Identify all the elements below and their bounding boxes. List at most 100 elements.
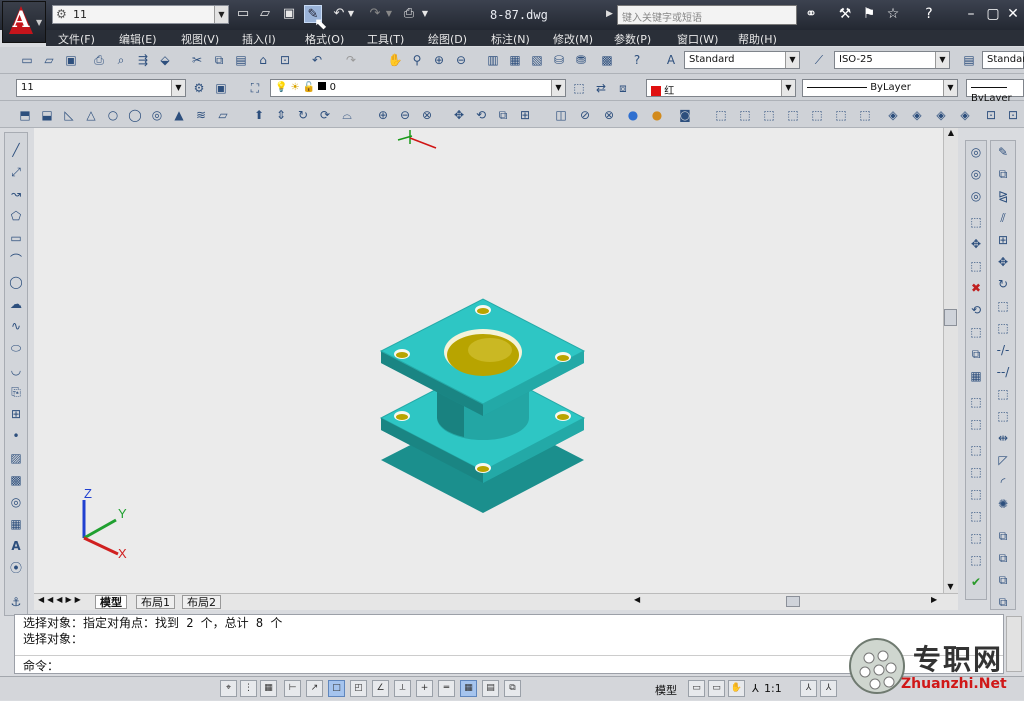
table-style-select[interactable]: Standard [982,51,1024,69]
color-edges-icon[interactable]: ⬚ [967,415,985,433]
bring-front-icon[interactable]: ⧉ [994,549,1012,567]
pyramid-icon[interactable]: ▲ [170,106,188,124]
dim-style-icon[interactable]: ⟋ [810,51,828,69]
plot-icon[interactable]: ⎙ [400,5,418,23]
break-icon[interactable]: ⬚ [994,407,1012,425]
draw-order-icon[interactable]: ⧉ [994,527,1012,545]
fillet-icon[interactable]: ◜ [994,473,1012,491]
offset-icon[interactable]: ⫽ [994,209,1012,227]
extend-icon[interactable]: --/ [994,363,1012,381]
annotation-scale-value[interactable]: 1:1 [764,682,782,695]
view-back-icon[interactable]: ⬚ [832,106,850,124]
tab-model[interactable]: 模型 [95,595,127,609]
open-file-icon[interactable]: ▱ [256,5,274,23]
view-iso-sw-icon[interactable]: ⬚ [856,106,874,124]
undo-icon[interactable]: ↶ [308,51,326,69]
separate-icon[interactable]: ⬚ [967,485,985,503]
make-current-layer-icon[interactable]: ⬚ [570,79,588,97]
annotation-scale-icon[interactable]: ⅄ [752,682,759,695]
application-menu-button[interactable]: A ▼ [2,1,46,43]
menu-view[interactable]: 视图(V) [181,31,219,47]
3d-move-icon[interactable]: ✥ [450,106,468,124]
extrude-faces-icon[interactable]: ⬚ [967,213,985,231]
loft-icon[interactable]: ⌓ [338,106,356,124]
rotate-faces-icon[interactable]: ⟲ [967,301,985,319]
sheet-set-icon[interactable]: ⛁ [550,51,568,69]
otrack-toggle[interactable]: ∠ [372,680,389,697]
revolve-icon[interactable]: ⟳ [316,106,334,124]
cone-icon[interactable]: △ [82,106,100,124]
taper-faces-icon[interactable]: ⬚ [967,323,985,341]
polyline-icon[interactable]: ↝ [7,185,25,203]
union-icon[interactable]: ⊕ [374,106,392,124]
chevron-down-icon[interactable]: ▼ [943,80,957,96]
scroll-left-icon[interactable]: ◀ [634,595,640,604]
scroll-down-icon[interactable]: ▼ [944,582,957,591]
clean-icon[interactable]: ⬚ [967,463,985,481]
menu-dimension[interactable]: 标注(N) [491,31,530,47]
stretch-icon[interactable]: ⬚ [994,319,1012,337]
ucs-world-icon[interactable]: ⊡ [1004,106,1022,124]
ducs-toggle[interactable]: ⟂ [394,680,411,697]
layer-select[interactable]: 💡 ☀ 🔓 0 ▼ [270,79,566,97]
torus-icon[interactable]: ◎ [148,106,166,124]
delete-faces-icon[interactable]: ✖ [967,279,985,297]
scroll-right-icon[interactable]: ▶ [931,595,937,604]
copy-faces-icon[interactable]: ⧉ [967,345,985,363]
planar-surface-icon[interactable]: ▱ [214,106,232,124]
help-icon[interactable]: ? [628,51,646,69]
grid-toggle[interactable]: ▦ [260,680,277,697]
view-iso-se-icon[interactable]: ◈ [884,106,902,124]
redo-icon[interactable]: ↷ [342,51,360,69]
view-iso-ne-icon[interactable]: ◈ [908,106,926,124]
chevron-down-icon[interactable]: ▼ [785,52,799,68]
check-icon[interactable]: ⬚ [967,529,985,547]
mirror-icon[interactable]: ⧎ [994,187,1012,205]
text-style-select[interactable]: Standard ▼ [684,51,800,69]
star-icon[interactable]: ☆ [884,5,902,23]
osnap-toggle[interactable]: □ [328,680,345,697]
calculator-icon[interactable]: ▩ [598,51,616,69]
chevron-down-icon[interactable]: ▼ [384,5,394,23]
new-file-icon[interactable]: ▭ [18,51,36,69]
table-style-icon[interactable]: ▤ [960,51,978,69]
menu-tools[interactable]: 工具(T) [367,31,404,47]
linetype-select[interactable]: ByLayer ▼ [802,79,958,97]
multiline-text-icon[interactable]: A [7,537,25,555]
ortho-toggle[interactable]: ⊢ [284,680,301,697]
tab-layout1[interactable]: 布局1 [136,595,175,609]
pan-icon[interactable]: ✋ [386,51,404,69]
open-file-icon[interactable]: ▱ [40,51,58,69]
erase-icon[interactable]: ✎ [994,143,1012,161]
intersect-icon[interactable]: ⊗ [418,106,436,124]
view-right-icon[interactable]: ⬚ [784,106,802,124]
transparency-toggle[interactable]: ▦ [460,680,477,697]
break-at-point-icon[interactable]: ⬚ [994,385,1012,403]
region-icon[interactable]: ◎ [7,493,25,511]
menu-draw[interactable]: 绘图(D) [428,31,467,47]
design-center-icon[interactable]: ▦ [506,51,524,69]
copy-edges-icon[interactable]: ⬚ [967,393,985,411]
layer-previous-icon[interactable]: ⇄ [592,79,610,97]
lineweight-select[interactable]: ByLayer [966,79,1024,104]
wedge-icon[interactable]: ◺ [60,106,78,124]
publish-icon[interactable]: ⇶ [134,51,152,69]
sweep-icon[interactable]: ↻ [294,106,312,124]
3d-align-icon[interactable]: ⧉ [494,106,512,124]
polar-toggle[interactable]: ↗ [306,680,323,697]
scale-icon[interactable]: ⬚ [994,297,1012,315]
gradient-icon[interactable]: ▩ [7,471,25,489]
menu-help[interactable]: 帮助(H) [738,31,777,47]
intersect-icon[interactable]: ◎ [967,187,985,205]
cut-icon[interactable]: ✂ [188,51,206,69]
workspace-combo[interactable]: 11 ▼ [16,79,186,97]
dim-style-select[interactable]: ISO-25 ▼ [834,51,950,69]
explode-icon[interactable]: ✺ [994,495,1012,513]
array-icon[interactable]: ⊞ [994,231,1012,249]
zoom-previous-icon[interactable]: ⊖ [452,51,470,69]
circle-icon[interactable]: ◯ [7,273,25,291]
shell-icon[interactable]: ⬚ [967,507,985,525]
auto-scale-icon[interactable]: ⅄ [820,680,837,697]
copy-icon[interactable]: ⧉ [210,51,228,69]
menu-edit[interactable]: 编辑(E) [119,31,157,47]
